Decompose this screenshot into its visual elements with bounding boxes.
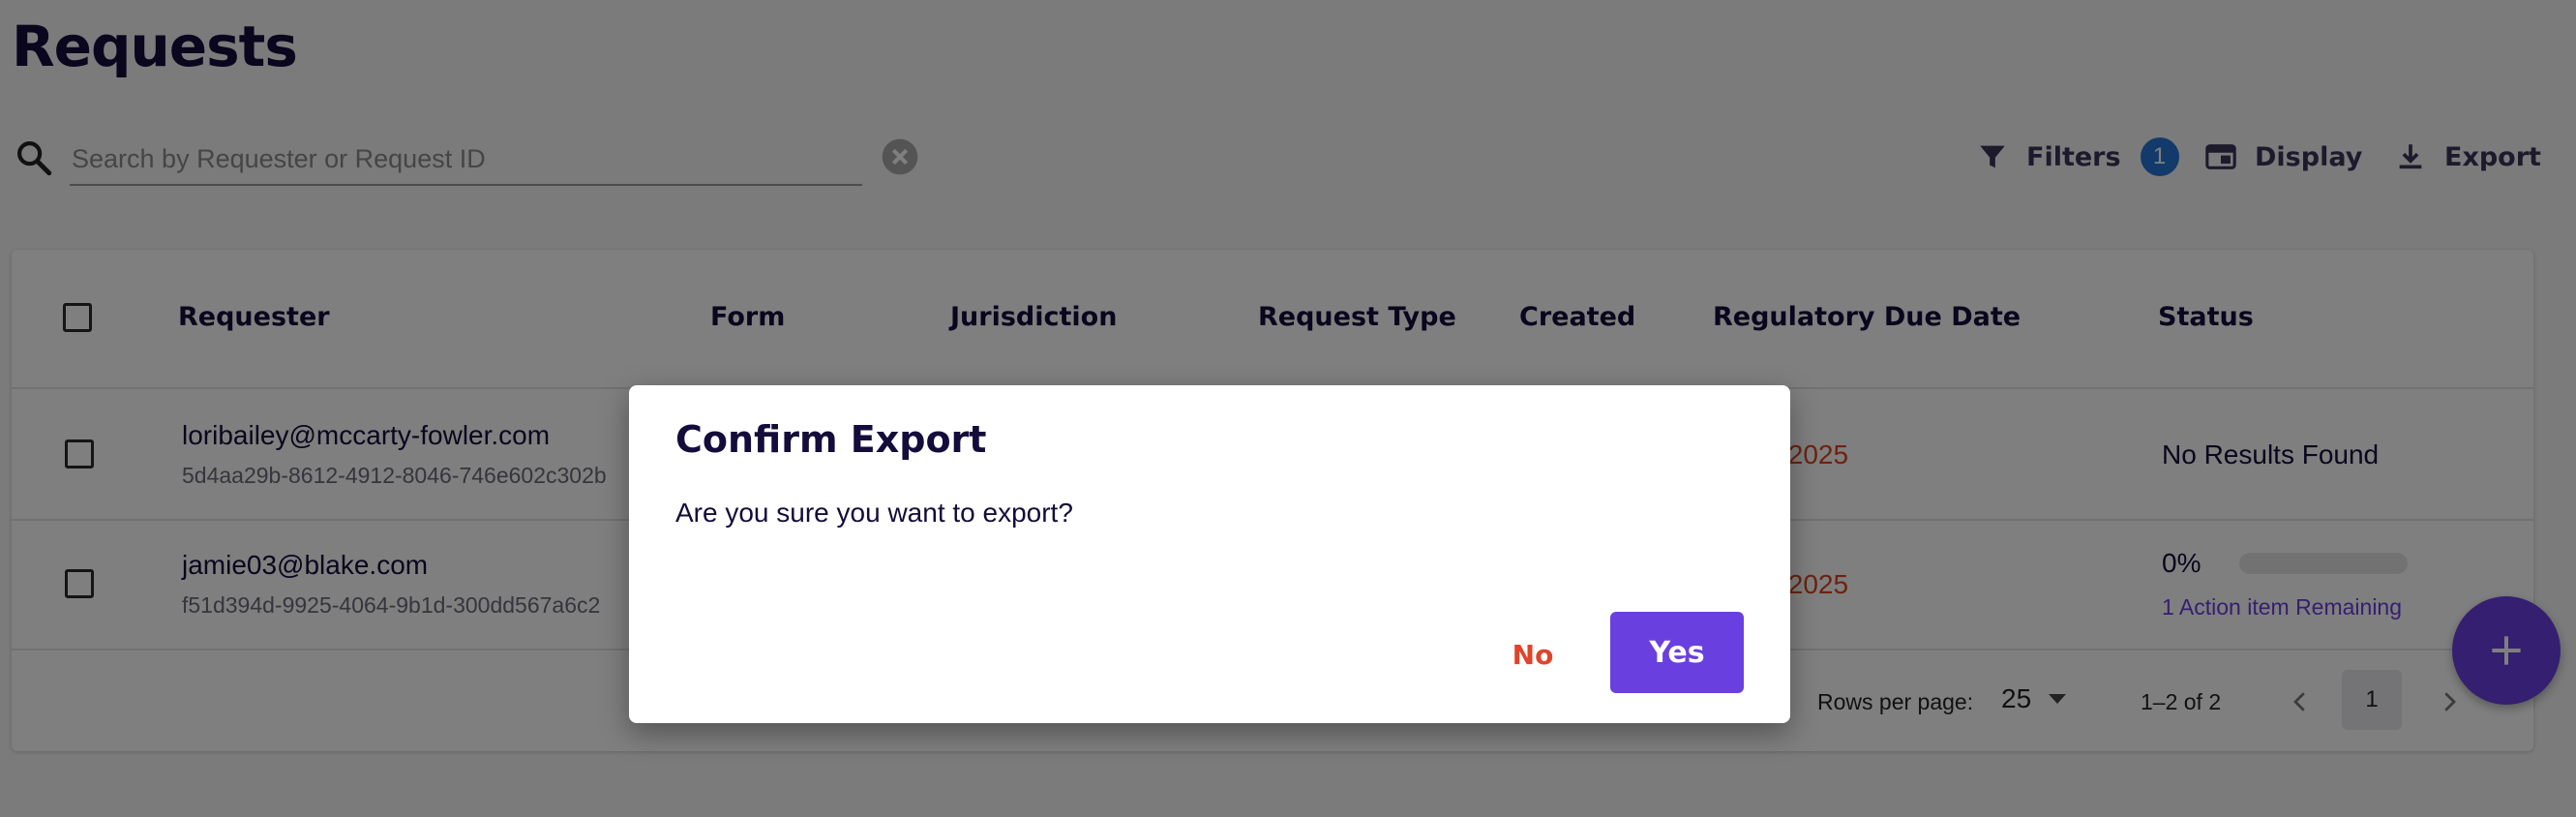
no-button[interactable]: No [1494,614,1572,695]
dialog-title: Confirm Export [675,418,987,461]
yes-button[interactable]: Yes [1610,612,1744,693]
confirm-export-dialog: Confirm Export Are you sure you want to … [629,385,1790,723]
dialog-message: Are you sure you want to export? [675,498,1073,528]
